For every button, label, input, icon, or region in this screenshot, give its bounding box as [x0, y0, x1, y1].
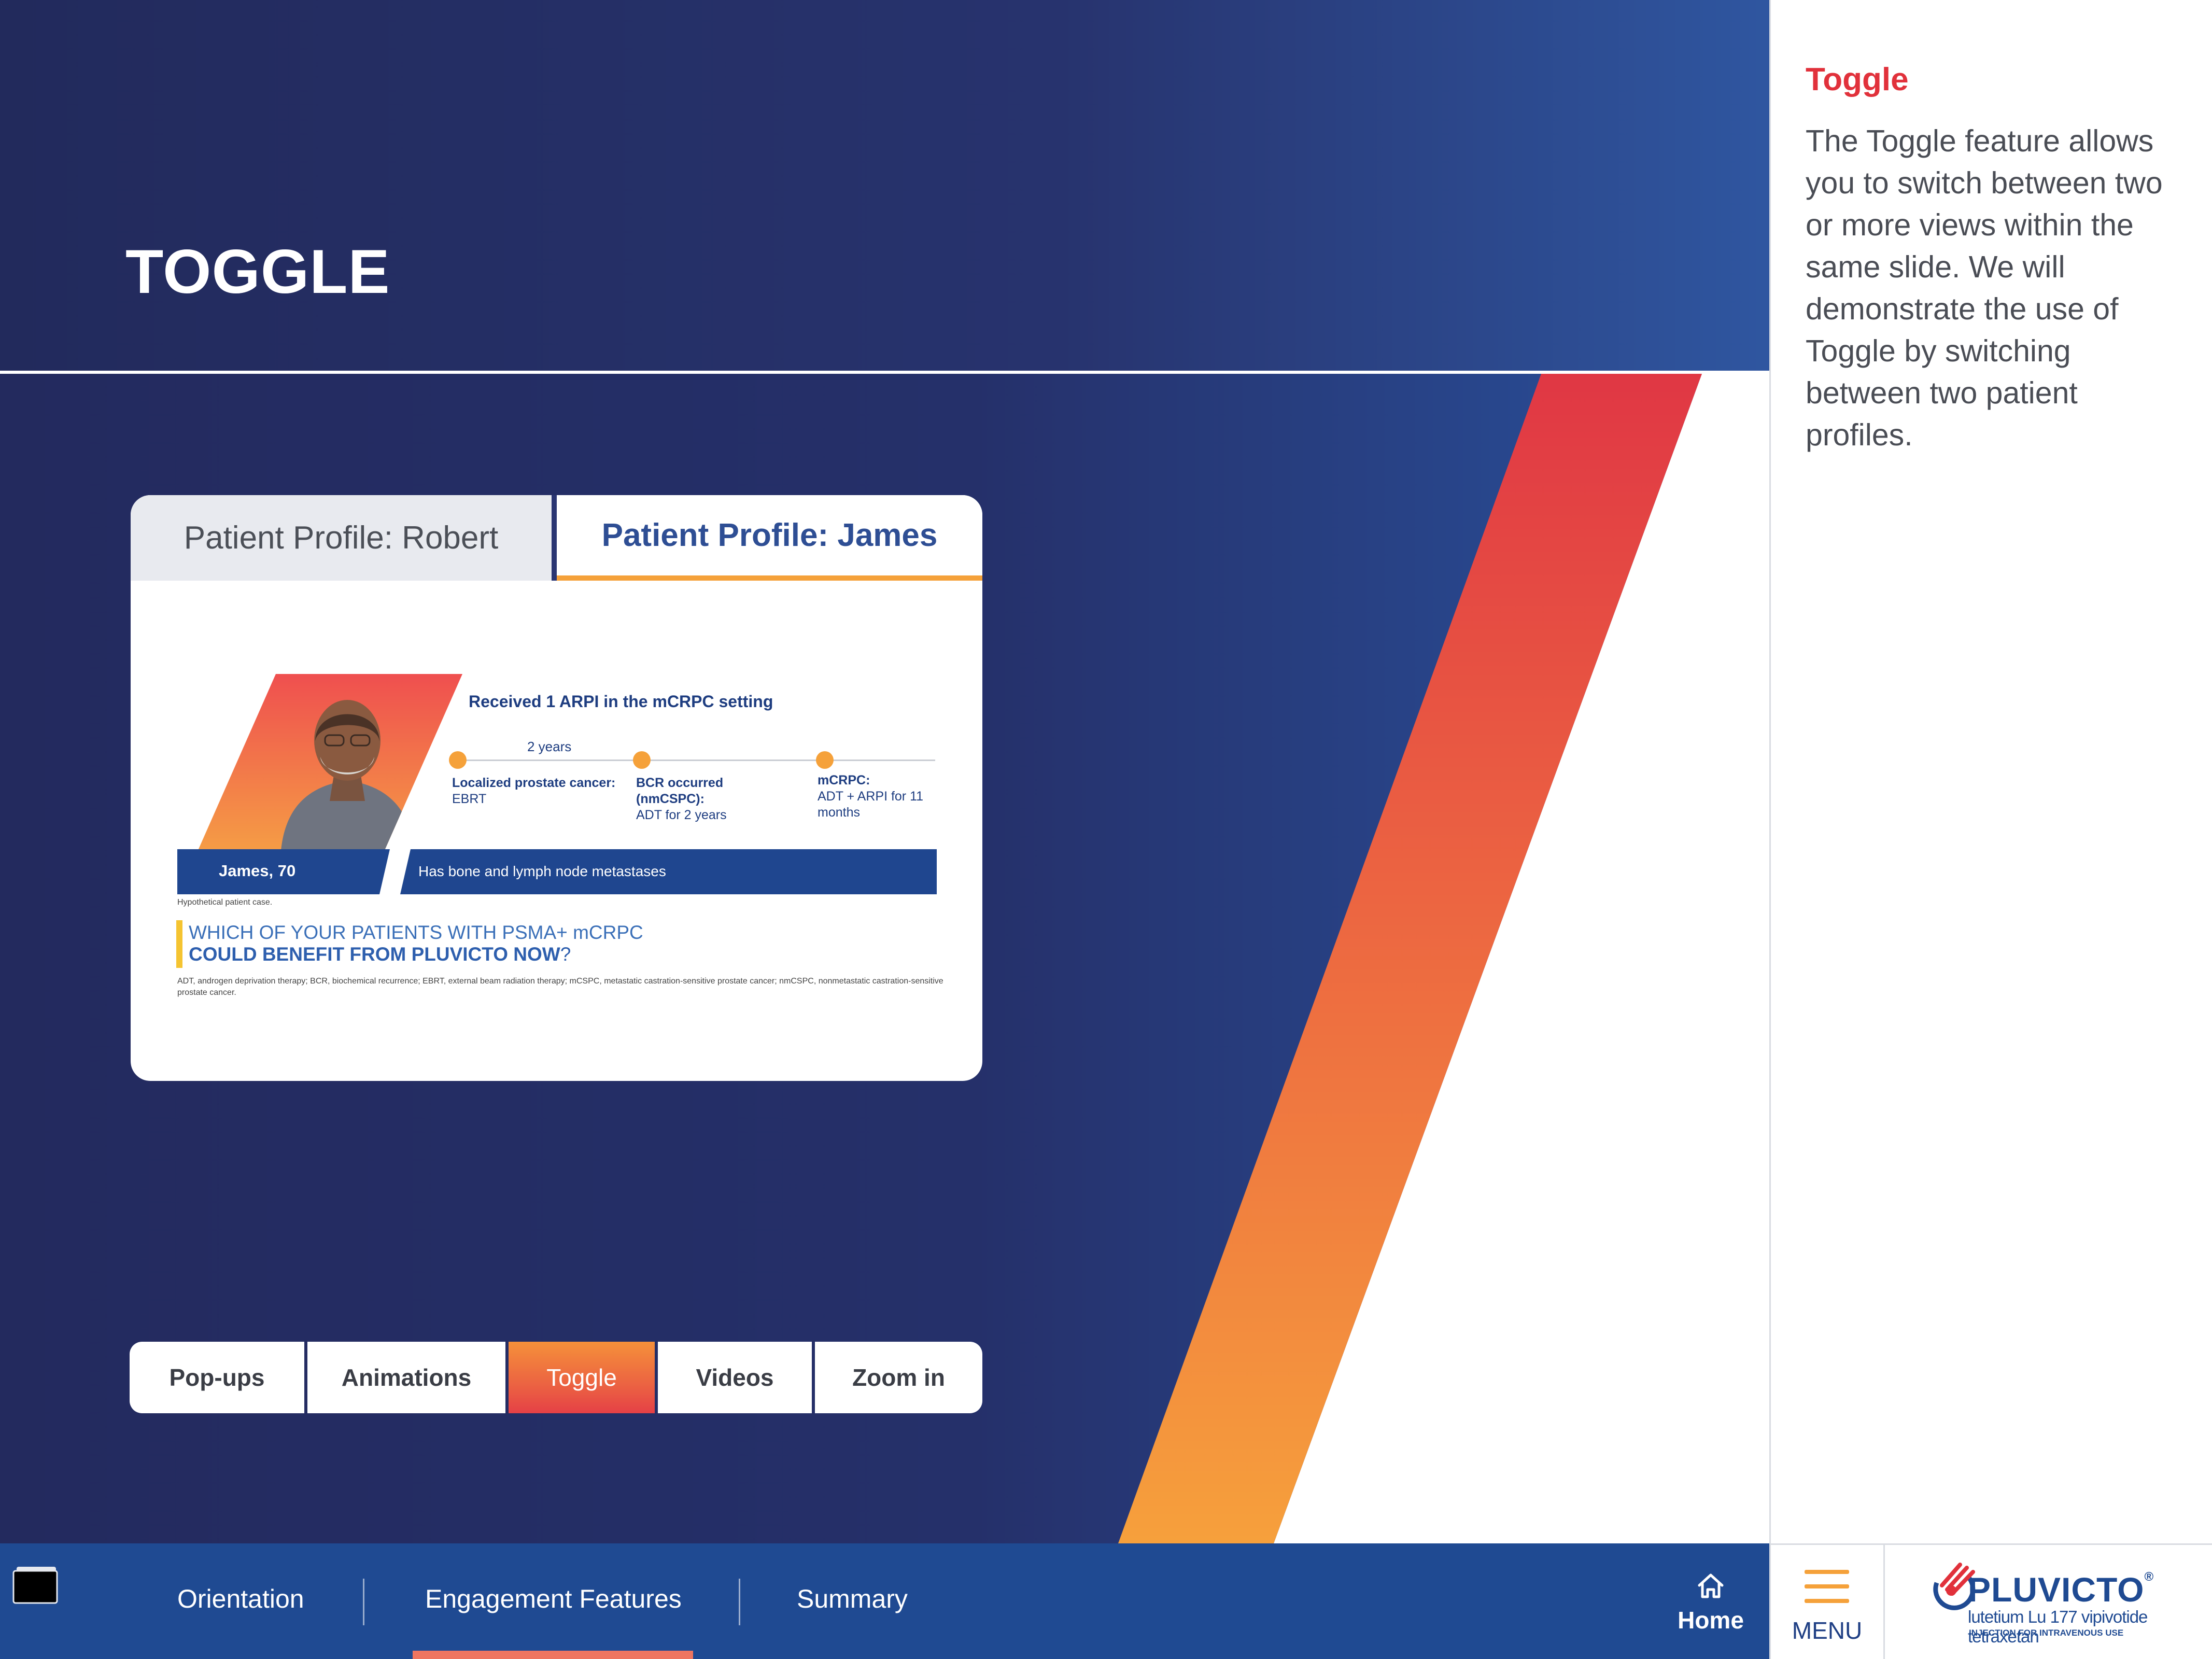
timeline-dot: [816, 751, 834, 769]
timeline-span-label: 2 years: [527, 739, 572, 754]
nav-engagement-features[interactable]: Engagement Features: [425, 1584, 682, 1614]
profile-headline: Received 1 ARPI in the mCRPC setting: [469, 692, 773, 711]
toggle-card: Patient Profile: Robert Patient Profile:…: [131, 495, 982, 1081]
nav-separator: [363, 1579, 364, 1625]
nav-summary[interactable]: Summary: [797, 1584, 908, 1614]
feature-tab-popups[interactable]: Pop-ups: [130, 1342, 304, 1413]
question-line-1: WHICH OF YOUR PATIENTS WITH PSMA+ mCRPC: [189, 922, 643, 943]
side-panel-body: The Toggle feature allows you to switch …: [1806, 124, 2163, 452]
question-line-2: COULD BENEFIT FROM PLUVICTO NOW?: [189, 944, 571, 965]
home-button[interactable]: Home: [1669, 1571, 1752, 1638]
timeline-line: [458, 760, 935, 761]
milestone-localized: Localized prostate cancer: EBRT: [452, 775, 615, 807]
milestone-detail: ADT for 2 years: [636, 808, 727, 822]
registered-mark: ®: [2144, 1570, 2154, 1584]
milestone-detail: EBRT: [452, 792, 487, 806]
milestone-title: BCR occurred (nmCSPC):: [636, 776, 724, 806]
question-accent-bar: [176, 920, 182, 968]
milestone-bcr: BCR occurred (nmCSPC): ADT for 2 years: [636, 775, 745, 823]
menu-button[interactable]: MENU: [1769, 1543, 1883, 1659]
header-divider: [0, 371, 1769, 374]
tab-patient-robert[interactable]: Patient Profile: Robert: [131, 495, 552, 581]
brand-name-text: PLUVICTO: [1968, 1570, 2145, 1609]
window-stack-icon[interactable]: [12, 1565, 58, 1604]
home-label: Home: [1678, 1607, 1744, 1634]
feature-tab-toggle[interactable]: Toggle: [509, 1342, 655, 1413]
milestone-title: mCRPC:: [818, 773, 870, 788]
tab-patient-james[interactable]: Patient Profile: James: [557, 495, 982, 581]
question-line-2-text: COULD BENEFIT FROM PLUVICTO NOW: [189, 944, 560, 965]
tab-divider: [552, 495, 557, 581]
page-title: TOGGLE: [125, 237, 390, 306]
timeline-dot: [633, 751, 651, 769]
feature-tab-animations[interactable]: Animations: [307, 1342, 505, 1413]
side-panel-title: Toggle: [1806, 62, 1909, 97]
nav-separator: [739, 1579, 740, 1625]
main-stage: TOGGLE Patient Profile: Robert Patient P…: [0, 0, 1769, 1543]
feature-tab-videos[interactable]: Videos: [658, 1342, 812, 1413]
milestone-detail: ADT + ARPI for 11 months: [818, 789, 924, 820]
metastases-label: Has bone and lymph node metastases: [418, 863, 666, 879]
hypothetical-note: Hypothetical patient case.: [177, 898, 273, 907]
home-icon: [1698, 1573, 1724, 1598]
brand-generic-name: lutetium Lu 177 vipivotide tetraxetan: [1968, 1607, 2148, 1646]
band-separator: [379, 849, 411, 894]
patient-name: James, 70: [219, 862, 296, 880]
active-nav-indicator: [413, 1651, 693, 1659]
brand-name: PLUVICTO®: [1968, 1570, 2154, 1609]
nav-orientation[interactable]: Orientation: [177, 1584, 304, 1614]
milestone-title: Localized prostate cancer:: [452, 776, 616, 790]
patient-photo: [198, 674, 462, 850]
milestone-mcrpc: mCRPC: ADT + ARPI for 11 months: [818, 772, 926, 821]
menu-label: MENU: [1792, 1617, 1863, 1644]
timeline-dot: [449, 751, 467, 769]
brand-route: INJECTION FOR INTRAVENOUS USE: [1969, 1628, 2124, 1638]
brand-logo: PLUVICTO® lutetium Lu 177 vipivotide tet…: [1883, 1543, 2212, 1659]
question-mark: ?: [560, 944, 571, 965]
feature-tab-zoom-in[interactable]: Zoom in: [815, 1342, 982, 1413]
abbreviations-footnote: ADT, androgen deprivation therapy; BCR, …: [177, 977, 943, 997]
hamburger-menu-icon: [1805, 1570, 1849, 1603]
